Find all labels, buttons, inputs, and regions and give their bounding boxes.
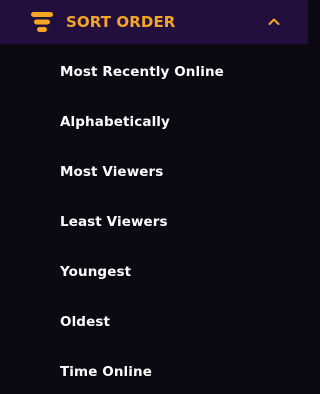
sort-order-header[interactable]: SORT ORDER [0,0,308,44]
sort-option-alphabetically[interactable]: Alphabetically [60,110,170,134]
sort-option-youngest[interactable]: Youngest [60,260,131,284]
sort-option-least-viewers[interactable]: Least Viewers [60,210,168,234]
sort-option-most-viewers[interactable]: Most Viewers [60,160,163,184]
sort-option-oldest[interactable]: Oldest [60,310,110,334]
sort-option-time-online[interactable]: Time Online [60,360,152,384]
sort-option-most-recently-online[interactable]: Most Recently Online [60,60,224,84]
sort-lines-icon [31,11,53,33]
sort-order-panel: SORT ORDER Most Recently Online Alphabet… [0,0,308,394]
header-title: SORT ORDER [66,13,176,31]
collapse-button[interactable] [262,11,286,33]
chevron-up-icon [268,18,280,25]
